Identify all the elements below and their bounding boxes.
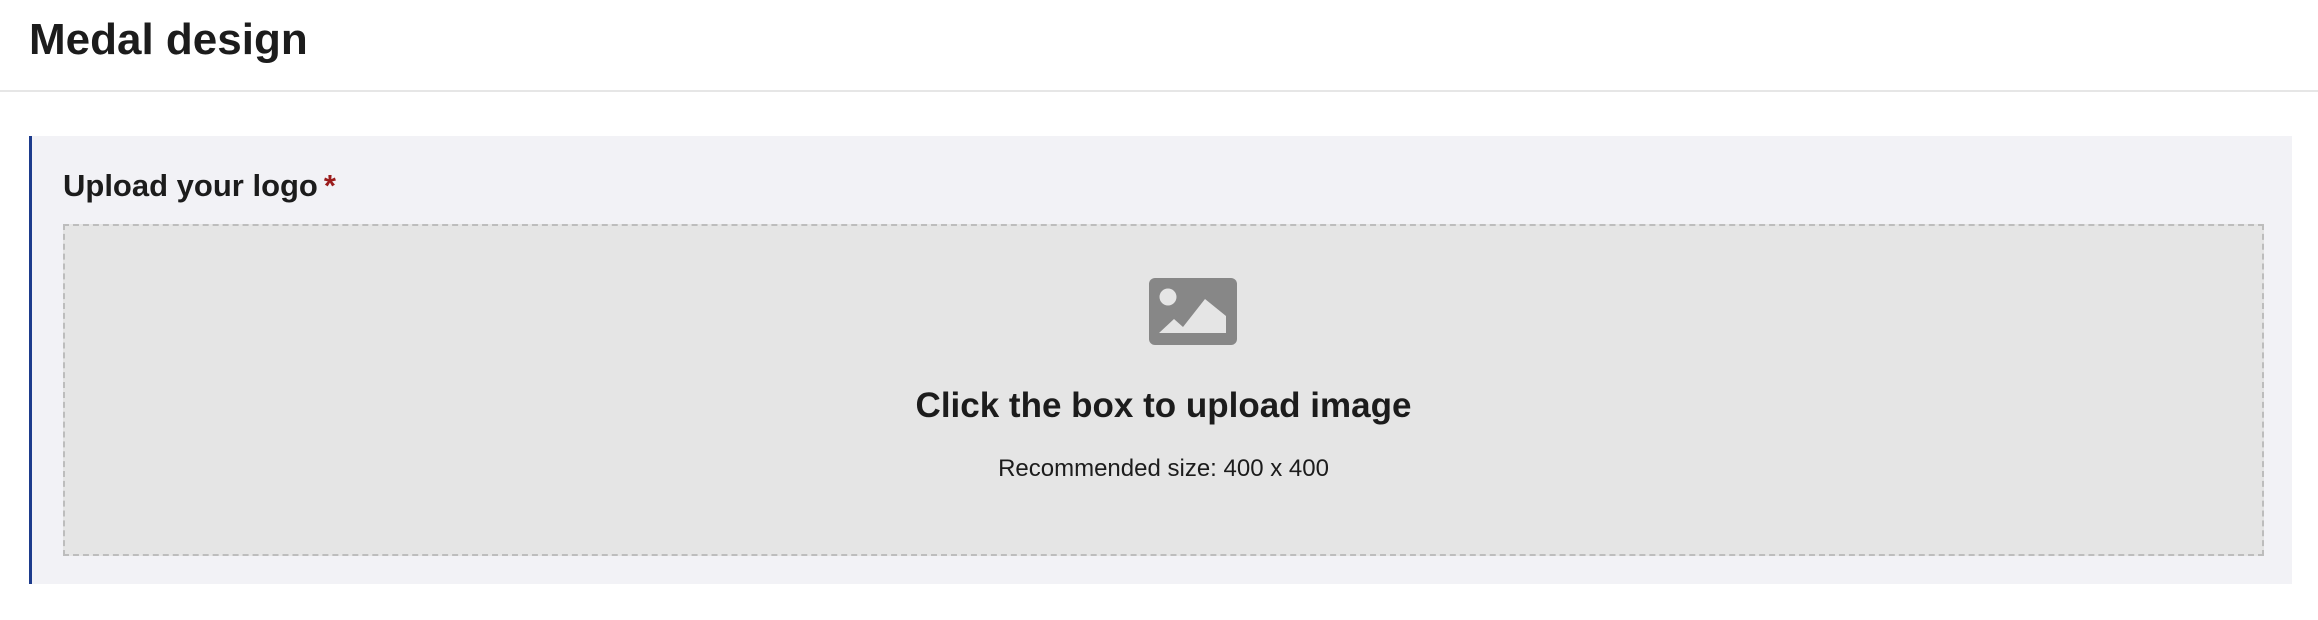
dropzone-size-hint: Recommended size: 400 x 400 — [998, 455, 1329, 482]
dropzone-title: Click the box to upload image — [915, 386, 1412, 425]
image-icon-frame — [1149, 278, 1237, 345]
image-icon — [1149, 278, 1237, 345]
required-marker: * — [323, 168, 336, 203]
logo-field-label-text: Upload your logo — [63, 168, 318, 203]
logo-upload-dropzone[interactable]: Click the box to upload image Recommende… — [63, 224, 2264, 556]
page-header: Medal design — [0, 0, 2318, 92]
logo-field-label: Upload your logo * — [63, 166, 336, 206]
image-icon-sun — [1159, 288, 1177, 306]
page-title: Medal design — [29, 15, 308, 64]
logo-upload-section: Upload your logo * Click the box to uploa… — [29, 136, 2292, 584]
